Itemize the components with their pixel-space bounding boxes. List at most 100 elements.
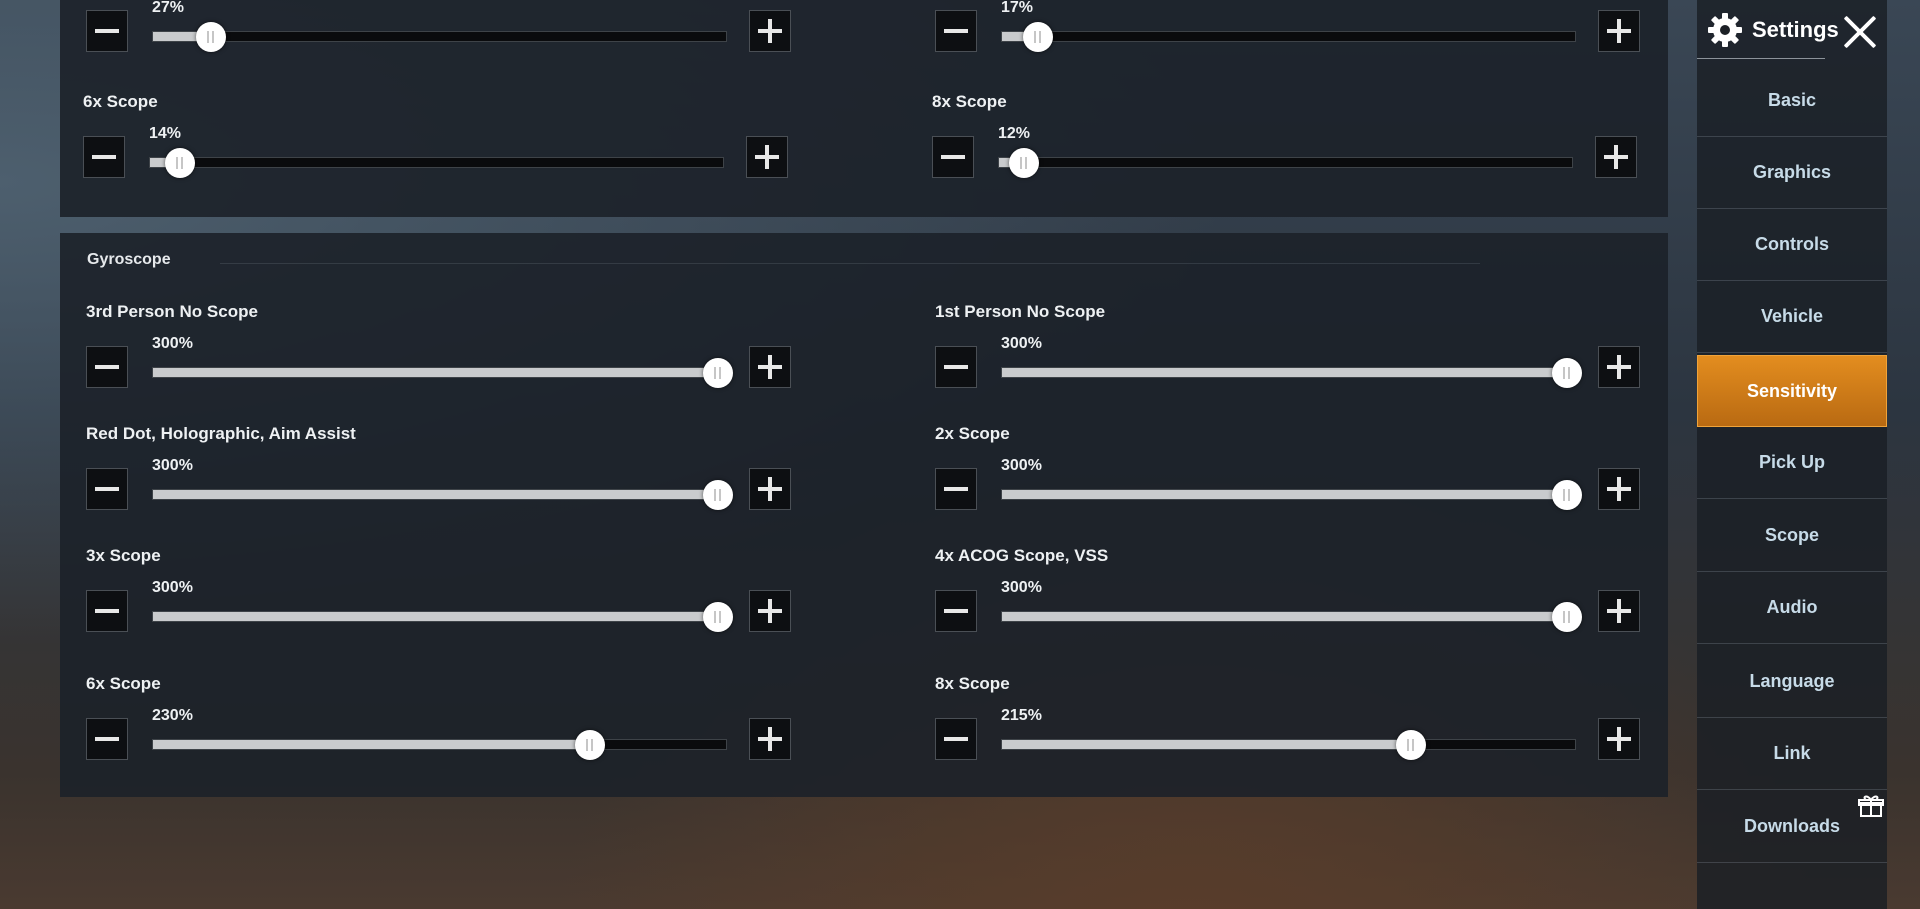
increase-button[interactable] bbox=[749, 718, 791, 760]
slider-thumb[interactable] bbox=[1023, 22, 1053, 52]
slider-thumb[interactable] bbox=[703, 358, 733, 388]
slider-thumb[interactable] bbox=[703, 480, 733, 510]
decrease-button[interactable] bbox=[83, 136, 125, 178]
sidebar-item-vehicle[interactable]: Vehicle bbox=[1697, 281, 1887, 353]
slider-track[interactable] bbox=[152, 31, 727, 42]
increase-button[interactable] bbox=[749, 346, 791, 388]
setting-label: 4x ACOG Scope, VSS bbox=[935, 546, 1109, 565]
settings-row: 3rd Person No Scope 300% 1st Person No S… bbox=[86, 302, 1656, 422]
section-title: Gyroscope bbox=[87, 251, 171, 268]
slider-fill bbox=[153, 368, 719, 377]
increase-button[interactable] bbox=[1598, 346, 1640, 388]
increase-button[interactable] bbox=[749, 468, 791, 510]
slider-track[interactable] bbox=[1001, 611, 1576, 622]
settings-row: 6x Scope 230% 8x Scope 215% bbox=[86, 674, 1656, 794]
decrease-button[interactable] bbox=[935, 590, 977, 632]
sidebar-item-scope[interactable]: Scope bbox=[1697, 500, 1887, 572]
sensitivity-slider[interactable]: 300% bbox=[1001, 335, 1582, 388]
setting-gyro-0-right: 1st Person No Scope 300% bbox=[935, 302, 1645, 422]
minus-icon bbox=[95, 365, 119, 369]
sensitivity-slider[interactable]: 300% bbox=[152, 457, 733, 510]
slider-thumb[interactable] bbox=[1552, 358, 1582, 388]
decrease-button[interactable] bbox=[935, 10, 977, 52]
slider-track[interactable] bbox=[152, 489, 727, 500]
sidebar-item-language[interactable]: Language bbox=[1697, 646, 1887, 718]
minus-icon bbox=[95, 609, 119, 613]
decrease-button[interactable] bbox=[935, 718, 977, 760]
slider-thumb[interactable] bbox=[165, 148, 195, 178]
slider-value: 300% bbox=[1001, 579, 1042, 596]
slider-thumb[interactable] bbox=[1396, 730, 1426, 760]
gift-icon[interactable] bbox=[1858, 793, 1884, 819]
slider-thumb[interactable] bbox=[1552, 602, 1582, 632]
sidebar-item-link[interactable]: Link bbox=[1697, 718, 1887, 790]
sensitivity-slider[interactable]: 215% bbox=[1001, 707, 1576, 760]
setting-gyro-1-right: 2x Scope 300% bbox=[935, 424, 1645, 544]
sidebar-item-basic[interactable]: Basic bbox=[1697, 65, 1887, 137]
sidebar-item-graphics[interactable]: Graphics bbox=[1697, 137, 1887, 209]
settings-row: 3x Scope 300% 4x ACOG Scope, VSS 300% bbox=[86, 546, 1656, 666]
slider-value: 17% bbox=[1001, 0, 1034, 16]
sensitivity-slider[interactable]: 230% bbox=[152, 707, 727, 760]
decrease-button[interactable] bbox=[86, 10, 128, 52]
sensitivity-slider[interactable]: 300% bbox=[1001, 579, 1582, 632]
slider-track[interactable] bbox=[152, 611, 727, 622]
setting-label: 3rd Person No Scope bbox=[86, 302, 258, 321]
setting-label: 6x Scope bbox=[83, 92, 158, 111]
slider-track[interactable] bbox=[152, 739, 727, 750]
slider-track[interactable] bbox=[1001, 367, 1576, 378]
sidebar-item-sensitivity[interactable]: Sensitivity bbox=[1697, 355, 1887, 427]
decrease-button[interactable] bbox=[86, 468, 128, 510]
decrease-button[interactable] bbox=[86, 590, 128, 632]
sensitivity-slider[interactable]: 12% bbox=[998, 125, 1573, 178]
setting-label: 6x Scope bbox=[86, 674, 161, 693]
sensitivity-slider[interactable]: 300% bbox=[1001, 457, 1582, 510]
sidebar-item-pick-up[interactable]: Pick Up bbox=[1697, 427, 1887, 499]
slider-fill bbox=[1002, 612, 1568, 621]
increase-button[interactable] bbox=[1598, 718, 1640, 760]
decrease-button[interactable] bbox=[86, 718, 128, 760]
sensitivity-slider[interactable]: 17% bbox=[1001, 0, 1576, 52]
slider-thumb[interactable] bbox=[196, 22, 226, 52]
minus-icon bbox=[944, 29, 968, 33]
slider-fill bbox=[153, 490, 719, 499]
slider-track[interactable] bbox=[1001, 739, 1576, 750]
increase-button[interactable] bbox=[1598, 468, 1640, 510]
setting-gyro-0-left: 3rd Person No Scope 300% bbox=[86, 302, 796, 422]
increase-button[interactable] bbox=[1598, 10, 1640, 52]
decrease-button[interactable] bbox=[86, 346, 128, 388]
sidebar-item-audio[interactable]: Audio bbox=[1697, 572, 1887, 644]
increase-button[interactable] bbox=[1598, 590, 1640, 632]
slider-track[interactable] bbox=[1001, 489, 1576, 500]
sensitivity-slider[interactable]: 300% bbox=[152, 579, 733, 632]
decrease-button[interactable] bbox=[932, 136, 974, 178]
close-icon[interactable] bbox=[1838, 10, 1882, 54]
slider-thumb[interactable] bbox=[703, 602, 733, 632]
decrease-button[interactable] bbox=[935, 346, 977, 388]
slider-track[interactable] bbox=[149, 157, 724, 168]
sensitivity-slider[interactable]: 300% bbox=[152, 335, 733, 388]
setting-gyro-3-left: 6x Scope 230% bbox=[86, 674, 796, 794]
sensitivity-slider[interactable]: 27% bbox=[152, 0, 727, 52]
sidebar-item-controls[interactable]: Controls bbox=[1697, 209, 1887, 281]
slider-track[interactable] bbox=[998, 157, 1573, 168]
setting-gyro-1-left: Red Dot, Holographic, Aim Assist 300% bbox=[86, 424, 796, 544]
slider-track[interactable] bbox=[1001, 31, 1576, 42]
slider-thumb[interactable] bbox=[575, 730, 605, 760]
setting-label: 8x Scope bbox=[935, 674, 1010, 693]
setting-label: 3x Scope bbox=[86, 546, 161, 565]
slider-thumb[interactable] bbox=[1552, 480, 1582, 510]
setting-top-0-right: 17% bbox=[935, 0, 1645, 86]
increase-button[interactable] bbox=[749, 590, 791, 632]
minus-icon bbox=[944, 609, 968, 613]
increase-button[interactable] bbox=[746, 136, 788, 178]
slider-value: 215% bbox=[1001, 707, 1042, 724]
minus-icon bbox=[944, 365, 968, 369]
slider-fill bbox=[153, 740, 591, 749]
sensitivity-slider[interactable]: 14% bbox=[149, 125, 724, 178]
decrease-button[interactable] bbox=[935, 468, 977, 510]
increase-button[interactable] bbox=[749, 10, 791, 52]
increase-button[interactable] bbox=[1595, 136, 1637, 178]
slider-track[interactable] bbox=[152, 367, 727, 378]
slider-thumb[interactable] bbox=[1009, 148, 1039, 178]
